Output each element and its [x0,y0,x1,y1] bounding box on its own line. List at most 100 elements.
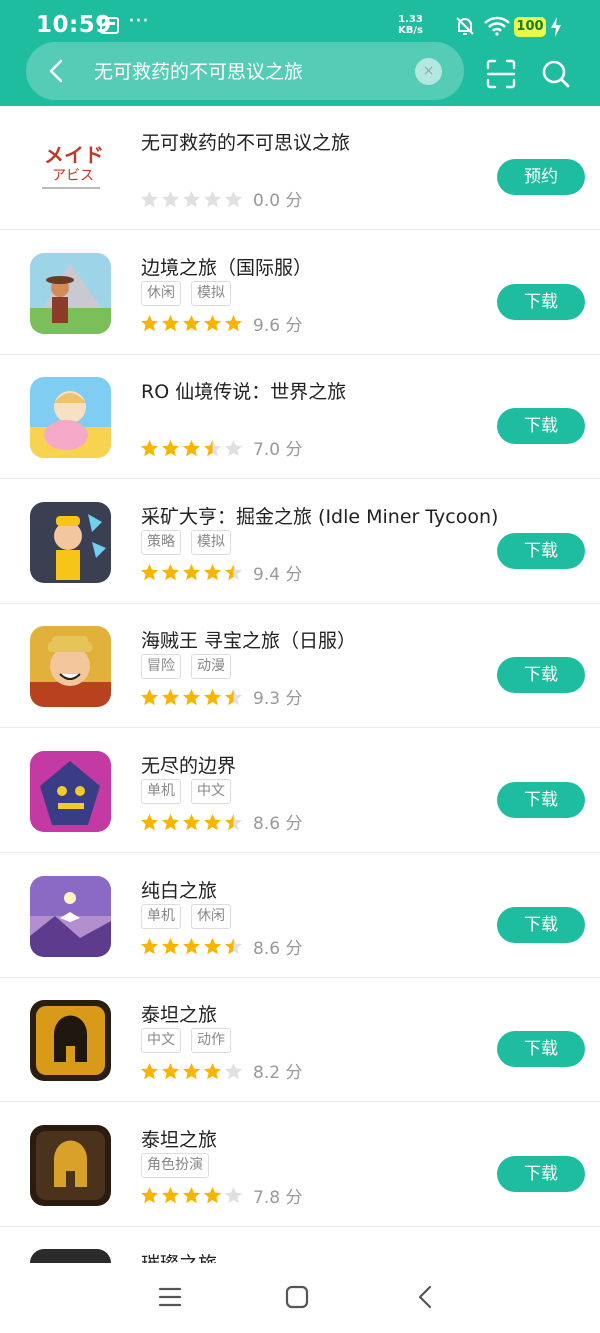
app-title[interactable]: 泰坦之旅 [141,1125,217,1152]
filled-star-icon [161,688,180,706]
star-rating [140,1185,245,1205]
rating-score: 9.6 分 [253,315,303,336]
result-item[interactable]: 璀璨之旅 [0,1227,600,1263]
app-title[interactable]: 无尽的边界 [141,751,236,778]
rating-score: 0.0 分 [253,191,303,211]
scan-icon[interactable] [485,58,517,90]
download-button[interactable]: 下载 [497,283,585,320]
result-item[interactable]: メイド アビス 无可救药的不可思议之旅 0.0 分 预约 [0,106,600,230]
result-item[interactable]: 泰坦之旅 中文 动作 8.2 分 下载 [0,978,600,1103]
app-icon-art: メイドアビス [30,128,111,209]
recent-apps-icon[interactable] [158,1285,182,1309]
result-item[interactable]: 海贼王 寻宝之旅（日服） 冒险 动漫 9.3 分 下载 [0,604,600,729]
filled-star-icon [161,315,180,332]
app-icon[interactable] [30,751,111,832]
result-item[interactable]: 边境之旅（国际服） 休闲 模拟 9.6 分 下载 [0,230,600,355]
app-title[interactable]: 无可救药的不可思议之旅 [141,128,350,155]
result-item[interactable]: 纯白之旅 单机 休闲 8.6 分 下载 [0,853,600,978]
clear-search-button[interactable]: × [415,58,442,85]
app-title[interactable]: RO 仙境传说：世界之旅 [141,377,346,404]
category-tag: 中文 [191,779,231,804]
app-title[interactable]: 纯白之旅 [141,876,217,903]
search-bar[interactable]: 无可救药的不可思议之旅 × [26,42,464,100]
rating-score: 7.8 分 [253,1187,303,1208]
filled-star-icon [140,688,159,706]
category-tag: 模拟 [191,280,231,306]
filled-star-icon [203,813,222,830]
app-icon-art [30,626,111,708]
app-title[interactable]: 泰坦之旅 [141,1000,217,1027]
empty-star-icon [224,190,243,207]
app-icon[interactable] [30,377,111,459]
back-arrow-icon[interactable] [42,56,72,86]
app-icon[interactable] [30,501,111,583]
download-button[interactable]: 下载 [497,906,585,943]
star-rating [140,189,245,209]
app-icon[interactable] [30,1249,111,1263]
app-title[interactable]: 璀璨之旅 [141,1249,217,1263]
app-icon-art [30,751,111,832]
app-tags: 休闲 模拟 [141,280,241,307]
result-item[interactable]: 泰坦之旅 角色扮演 7.8 分 下载 [0,1102,600,1227]
app-icon[interactable] [30,626,111,708]
svg-text:メイド: メイド [44,143,104,167]
nav-back-icon[interactable] [414,1285,438,1309]
filled-star-icon [140,439,159,456]
download-button[interactable]: 下载 [497,1031,585,1068]
app-title[interactable]: 采矿大亨：掘金之旅 (Idle Miner Tycoon) [141,502,498,529]
app-tags: 角色扮演 [141,1152,219,1179]
filled-star-icon [203,1187,222,1204]
result-item[interactable]: 采矿大亨：掘金之旅 (Idle Miner Tycoon) 策略 模拟 9.4 分 下载 [0,479,600,604]
app-icon[interactable] [30,252,111,334]
download-button[interactable]: 下载 [497,1155,585,1192]
empty-star-icon [203,190,222,207]
app-icon-art [30,252,111,334]
home-icon[interactable] [285,1285,309,1309]
star-rating [140,313,245,333]
app-icon[interactable] [30,875,111,957]
rating: 8.6 分 [140,934,303,959]
app-notification-icon [100,17,119,34]
empty-star-icon [224,439,243,456]
filled-star-icon [203,938,222,955]
star-rating [140,936,245,956]
star-rating [140,812,245,832]
app-icon[interactable]: メイド アビス [30,128,111,209]
category-tag: 中文 [141,1028,181,1054]
download-button[interactable]: 下载 [497,532,585,569]
battery-level: 100 [514,17,546,37]
download-button[interactable]: 下载 [497,657,585,694]
filled-star-icon [182,1187,201,1204]
download-button[interactable]: 下载 [497,782,585,818]
empty-star-icon [182,190,201,207]
app-tags: 策略 模拟 [141,529,241,556]
rating-score: 8.6 分 [253,938,303,959]
star-rating [140,687,245,707]
result-item[interactable]: RO 仙境传说：世界之旅 7.0 分 下载 [0,355,600,480]
app-icon-art [30,1249,111,1263]
empty-star-icon [140,190,159,207]
result-item[interactable]: 无尽的边界 单机 中文 8.6 分 下载 [0,729,600,853]
search-input[interactable]: 无可救药的不可思议之旅 [94,57,303,84]
app-title[interactable]: 海贼王 寻宝之旅（日服） [141,626,356,653]
search-icon[interactable] [540,58,572,90]
filled-star-icon [182,688,201,706]
category-tag: 休闲 [141,280,181,306]
rating-score: 8.2 分 [253,1063,303,1084]
app-title[interactable]: 边境之旅（国际服） [141,253,312,280]
rating-score: 8.6 分 [253,814,303,834]
app-icon[interactable] [30,1124,111,1206]
empty-star-icon [224,1062,243,1079]
network-speed-unit: KB/s [398,25,423,36]
app-icon-art [30,501,111,583]
filled-star-icon [203,688,222,706]
half-star-icon [224,813,243,830]
download-button[interactable]: 下载 [497,408,585,445]
filled-star-icon [182,439,201,456]
network-speed: 1.33 KB/s [398,14,423,36]
rating-score: 9.4 分 [253,564,303,585]
reserve-button[interactable]: 预约 [497,159,585,195]
filled-star-icon [161,938,180,955]
app-icon[interactable] [30,1000,111,1082]
search-results-list[interactable]: メイド アビス 无可救药的不可思议之旅 0.0 分 预约边境之旅（国际服） 休闲 模拟 9.6… [0,106,600,1263]
